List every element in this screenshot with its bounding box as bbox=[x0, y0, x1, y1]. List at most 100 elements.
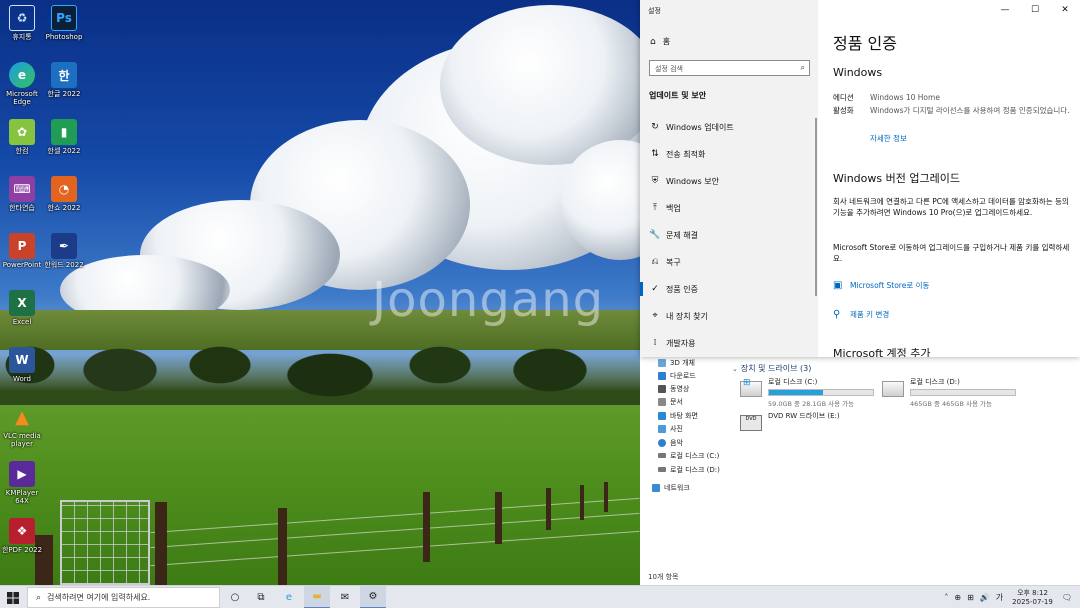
notification-icon[interactable]: 🗨 bbox=[1062, 593, 1072, 602]
nav-item-videos[interactable]: 동영상 bbox=[658, 382, 689, 395]
menu-item-label: 문제 해결 bbox=[666, 230, 698, 240]
desktop-icon-hancell[interactable]: ▮ 한셀 2022 bbox=[42, 119, 86, 155]
desktop-icon-hanshow[interactable]: ◔ 한쇼 2022 bbox=[42, 176, 86, 212]
nav-item-documents[interactable]: 문서 bbox=[658, 395, 683, 408]
backup-icon: ⤒ bbox=[653, 203, 657, 213]
edition-value: Windows 10 Home bbox=[870, 93, 940, 102]
network-icon[interactable]: ⊕ bbox=[954, 593, 961, 602]
activation-value: Windows가 디지털 라이선스를 사용하여 정품 인증되었습니다. bbox=[870, 106, 1070, 115]
document-icon bbox=[658, 397, 666, 406]
desktop-icon-recycle-bin[interactable]: ♻ 휴지통 bbox=[0, 5, 44, 41]
desktop-icon-typing[interactable]: ⌨ 한타연습 bbox=[0, 176, 44, 212]
key-icon: ⚲ bbox=[833, 309, 841, 320]
home-label: 홈 bbox=[662, 37, 671, 46]
nav-item-pictures[interactable]: 사진 bbox=[658, 422, 683, 435]
download-icon bbox=[658, 371, 666, 380]
desktop-icon-word[interactable]: W Word bbox=[0, 347, 44, 383]
menu-item-label: 백업 bbox=[666, 203, 681, 213]
menu-item-troubleshoot[interactable]: 🔧 문제 해결 bbox=[640, 222, 818, 248]
taskbar-file-explorer[interactable]: ▬ bbox=[304, 586, 330, 608]
settings-sidebar: 설정 ⌂ 홈 설정 검색 ⌕ 업데이트 및 보안 ↻ Windows 업데이트 ⇅ 전송… bbox=[640, 0, 818, 357]
desktop-icon-kmplayer[interactable]: ▶ KMPlayer 64X bbox=[0, 461, 44, 505]
fence-post bbox=[278, 508, 287, 585]
details-link[interactable]: 자세한 정보 bbox=[870, 133, 907, 144]
desktop-icon-label: VLC media player bbox=[3, 432, 41, 448]
desktop-icon-photoshop[interactable]: Ps Photoshop bbox=[42, 5, 86, 41]
system-tray: ˄ ⊕ ⊞ 🔊 가 오후 8:12 2025-07-19 🗨 bbox=[941, 586, 1080, 608]
nav-item-music[interactable]: 음악 bbox=[658, 436, 683, 449]
store-link[interactable]: ▣ Microsoft Store로 이동 bbox=[833, 280, 929, 291]
chevron-up-icon[interactable]: ˄ bbox=[944, 593, 948, 602]
change-product-key-link[interactable]: ⚲ 제품 키 변경 bbox=[833, 309, 889, 320]
drive-tile-c[interactable]: ⊞ 로컬 디스크 (C:) 59.0GB 중 28.1GB 사용 가능 bbox=[740, 377, 874, 408]
settings-content: 정품 인증 Windows 에디션 Windows 10 Home 활성화 Wi… bbox=[818, 0, 1080, 357]
menu-item-windows-security[interactable]: ⛨ Windows 보안 bbox=[640, 168, 818, 194]
desktop-icon-vlc[interactable]: ▲ VLC media player bbox=[0, 404, 44, 449]
drive-tile-d[interactable]: 로컬 디스크 (D:) 465GB 중 465GB 사용 가능 bbox=[882, 377, 1016, 408]
task-view-button[interactable]: ⧉ bbox=[248, 586, 274, 608]
desktop-icon-excel[interactable]: X Excel bbox=[0, 290, 44, 326]
desktop-icon-powerpoint[interactable]: P PowerPoint bbox=[0, 233, 44, 269]
desktop-icon-label: Photoshop bbox=[45, 33, 83, 41]
store-link-label: Microsoft Store로 이동 bbox=[850, 281, 930, 290]
music-icon bbox=[658, 438, 666, 447]
language-icon[interactable]: 가 bbox=[996, 592, 1003, 603]
nav-item-3d-objects[interactable]: 3D 개체 bbox=[658, 356, 695, 369]
search-icon: ⌕ bbox=[36, 592, 42, 603]
drive-name: 로컬 디스크 (D:) bbox=[910, 378, 960, 386]
nav-item-desktop[interactable]: 바탕 화면 bbox=[658, 409, 698, 422]
menu-item-backup[interactable]: ⤒ 백업 bbox=[640, 195, 818, 221]
desktop-icon-edge[interactable]: e Microsoft Edge bbox=[0, 62, 44, 106]
taskbar-mail[interactable]: ✉ bbox=[332, 586, 358, 608]
windows-heading: Windows bbox=[833, 66, 883, 79]
nav-item-drive-c[interactable]: 로컬 디스크 (C:) bbox=[658, 449, 719, 462]
drive-usage-fill bbox=[769, 390, 824, 395]
folder-icon: ▬ bbox=[312, 591, 322, 602]
powerpoint-icon: P bbox=[9, 233, 35, 259]
home-nav-item[interactable]: ⌂ 홈 bbox=[650, 36, 670, 47]
ime-icon[interactable]: ⊞ bbox=[967, 593, 974, 602]
menu-item-activation[interactable]: ✓ 정품 인증 bbox=[640, 276, 818, 302]
nav-item-downloads[interactable]: 다운로드 bbox=[658, 369, 696, 382]
explorer-content: ⌄ 장치 및 드라이브 (3) ⊞ 로컬 디스크 (C:) 59.0GB 중 28… bbox=[732, 355, 1080, 585]
taskbar-settings[interactable]: ⚙ bbox=[360, 586, 386, 608]
clock[interactable]: 오후 8:12 2025-07-19 bbox=[1012, 589, 1053, 607]
nav-item-drive-d[interactable]: 로컬 디스크 (D:) bbox=[658, 463, 720, 476]
menu-item-find-my-device[interactable]: ⌖ 내 장치 찾기 bbox=[640, 303, 818, 329]
settings-search-input[interactable]: 설정 검색 ⌕ bbox=[649, 60, 810, 76]
drives-group-header[interactable]: ⌄ 장치 및 드라이브 (3) bbox=[732, 363, 811, 374]
menu-item-for-developers[interactable]: ⁞ 개발자용 bbox=[640, 330, 818, 356]
farm-gate bbox=[60, 500, 150, 585]
account-heading: Microsoft 계정 추가 bbox=[833, 347, 931, 357]
drive-icon bbox=[658, 453, 666, 458]
activation-label: 활성화 bbox=[833, 106, 854, 115]
desktop-icon-hangul[interactable]: 한 한글 2022 bbox=[42, 62, 86, 98]
recycle-bin-icon: ♻ bbox=[9, 5, 35, 31]
drive-size: 465GB 중 465GB 사용 가능 bbox=[910, 400, 992, 408]
excel-icon: X bbox=[9, 290, 35, 316]
desktop-icon-hancom[interactable]: ✿ 한컴 bbox=[0, 119, 44, 155]
search-placeholder: 설정 검색 bbox=[655, 65, 683, 73]
kmplayer-icon: ▶ bbox=[9, 461, 35, 487]
taskbar-edge[interactable]: e bbox=[276, 586, 302, 608]
volume-icon[interactable]: 🔊 bbox=[980, 593, 990, 602]
start-button[interactable] bbox=[0, 586, 26, 608]
window-title: 설정 bbox=[648, 7, 661, 15]
menu-item-recovery[interactable]: ⎌ 복구 bbox=[640, 249, 818, 275]
cortana-button[interactable]: ○ bbox=[222, 586, 248, 608]
desktop-icon-hanpdf[interactable]: ❖ 한PDF 2022 bbox=[0, 518, 44, 554]
nav-item-label: 네트워크 bbox=[664, 483, 690, 492]
desktop-icon-hanword[interactable]: ✒ 한워드 2022 bbox=[42, 233, 86, 269]
sidebar-scrollbar[interactable] bbox=[815, 118, 817, 296]
menu-item-delivery-optimization[interactable]: ⇅ 전송 최적화 bbox=[640, 141, 818, 167]
nav-item-network[interactable]: 네트워크 bbox=[652, 481, 690, 494]
developer-icon: ⁞ bbox=[653, 338, 657, 348]
drive-tile-e[interactable]: DVD DVD RW 드라이브 (E:) bbox=[740, 411, 840, 431]
taskbar-search-box[interactable]: ⌕ 검색하려면 여기에 입력하세요. bbox=[27, 587, 220, 608]
check-circle-icon: ✓ bbox=[651, 284, 659, 294]
word-icon: W bbox=[9, 347, 35, 373]
drive-icon bbox=[658, 467, 666, 472]
menu-item-windows-update[interactable]: ↻ Windows 업데이트 bbox=[640, 114, 818, 140]
fence-post bbox=[580, 485, 584, 520]
gear-icon: ⚙ bbox=[368, 591, 378, 602]
